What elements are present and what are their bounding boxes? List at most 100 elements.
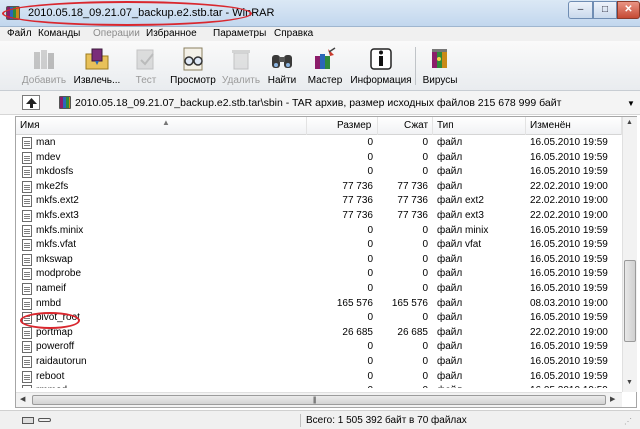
file-modified: 16.05.2010 19:59 <box>530 137 608 148</box>
file-type: файл ext3 <box>437 210 484 221</box>
menu-help[interactable]: Справка <box>274 28 313 39</box>
file-row[interactable]: mdev 0 0 файл 16.05.2010 19:59 <box>16 151 622 166</box>
vertical-scrollbar[interactable]: ▲ ▼ <box>622 117 637 392</box>
key-icon[interactable] <box>38 418 51 422</box>
virus-scan-icon <box>432 49 447 68</box>
column-name[interactable]: Имя ▲ <box>16 117 307 135</box>
file-row[interactable]: pivot_root 0 0 файл 16.05.2010 19:59 <box>16 311 622 326</box>
address-field[interactable]: 2010.05.18_09.21.07_backup.e2.stb.tar\sb… <box>59 95 629 111</box>
winrar-app-icon <box>6 6 20 20</box>
file-name: man <box>36 137 56 148</box>
file-modified: 16.05.2010 19:59 <box>530 166 608 178</box>
maximize-button[interactable]: □ <box>593 1 617 19</box>
file-row[interactable]: mkfs.ext3 77 736 77 736 файл ext3 22.02.2010… <box>16 209 622 224</box>
scroll-up-icon[interactable]: ▲ <box>626 119 633 126</box>
file-packed: 0 <box>422 239 428 251</box>
file-modified: 08.03.2010 19:00 <box>530 297 608 309</box>
extract-button[interactable]: Извлечь... <box>69 44 125 89</box>
address-path: 2010.05.18_09.21.07_backup.e2.stb.tar\sb… <box>75 97 562 109</box>
up-folder-button[interactable] <box>22 95 40 110</box>
file-icon <box>22 356 32 368</box>
file-icon <box>22 253 32 266</box>
scroll-right-icon[interactable]: ▶ <box>610 395 615 403</box>
file-name: mdev <box>36 151 61 163</box>
column-type[interactable]: Тип <box>433 117 526 135</box>
file-row[interactable]: nameif 0 0 файл 16.05.2010 19:59 <box>16 282 622 297</box>
add-button[interactable]: Добавить <box>16 44 72 89</box>
horizontal-scrollbar[interactable]: ◀ ||| ▶ <box>16 392 622 407</box>
drive-icon[interactable] <box>22 417 34 424</box>
file-type: файл <box>437 253 463 265</box>
title-bar[interactable]: 2010.05.18_09.21.07_backup.e2.stb.tar - … <box>0 0 640 27</box>
file-row[interactable]: reboot 0 0 файл 16.05.2010 19:59 <box>16 370 622 385</box>
add-books-icon <box>34 50 54 69</box>
file-row[interactable]: poweroff 0 0 файл 16.05.2010 19:59 <box>16 340 622 355</box>
column-modified[interactable]: Изменён <box>526 117 622 135</box>
wizard-button[interactable]: Мастер <box>297 44 353 89</box>
scroll-down-icon[interactable]: ▼ <box>626 379 633 386</box>
menu-file[interactable]: Файл <box>7 28 32 39</box>
file-name: pivot_root <box>36 312 80 324</box>
virus-scan-button[interactable]: Вирусы <box>412 44 468 89</box>
extract-folder-icon <box>85 48 109 70</box>
file-size: 77 736 <box>342 180 373 192</box>
address-bar: 2010.05.18_09.21.07_backup.e2.stb.tar\sb… <box>0 91 640 115</box>
file-size: 77 736 <box>342 210 373 221</box>
file-row[interactable]: modprobe 0 0 файл 16.05.2010 19:59 <box>16 267 622 282</box>
winrar-window: 2010.05.18_09.21.07_backup.e2.stb.tar - … <box>0 0 640 429</box>
file-name: nameif <box>36 283 67 294</box>
file-name: nmbd <box>36 297 62 309</box>
delete-icon <box>232 50 250 70</box>
file-row[interactable]: raidautorun 0 0 файл 16.05.2010 19:59 <box>16 355 622 370</box>
file-name: poweroff <box>36 341 75 353</box>
file-packed: 77 736 <box>397 195 428 207</box>
file-type: файл minix <box>437 224 489 236</box>
file-name: mkfs.minix <box>36 224 84 236</box>
file-type: файл <box>437 297 463 309</box>
file-modified: 16.05.2010 19:59 <box>530 341 608 353</box>
menu-operations[interactable]: Операции <box>93 28 140 39</box>
file-size: 77 736 <box>342 195 373 207</box>
file-type: файл <box>437 151 463 163</box>
file-type: файл <box>437 180 463 192</box>
column-packed[interactable]: Сжат <box>378 117 433 135</box>
file-row[interactable]: mkdosfs 0 0 файл 16.05.2010 19:59 <box>16 165 622 180</box>
file-list[interactable]: Имя ▲ Размер Сжат Тип Изменён man 0 0 файл 1… <box>15 116 637 408</box>
file-size: 0 <box>367 253 373 265</box>
file-row[interactable]: mkfs.minix 0 0 файл minix 16.05.2010 19:59 <box>16 224 622 239</box>
file-row[interactable]: nmbd 165 576 165 576 файл 08.03.2010 19:00 <box>16 297 622 312</box>
archive-icon <box>59 96 71 109</box>
file-type: файл <box>437 268 463 280</box>
file-row[interactable]: portmap 26 685 26 685 файл 22.02.2010 19:00 <box>16 326 622 341</box>
file-size: 0 <box>307 385 373 388</box>
file-size: 165 576 <box>336 297 373 309</box>
file-size: 0 <box>367 268 373 280</box>
file-row[interactable]: mkswap 0 0 файл 16.05.2010 19:59 <box>16 253 622 268</box>
file-row[interactable]: man 0 0 файл 16.05.2010 19:59 <box>16 136 622 151</box>
vertical-scroll-thumb[interactable] <box>624 260 636 342</box>
menu-commands[interactable]: Команды <box>38 28 80 39</box>
window-title: 2010.05.18_09.21.07_backup.e2.stb.tar - … <box>28 7 275 19</box>
file-row[interactable]: mkfs.vfat 0 0 файл vfat 16.05.2010 19:59 <box>16 238 622 253</box>
info-button[interactable]: Информация <box>350 44 412 89</box>
file-icon <box>22 268 32 281</box>
file-row[interactable]: mke2fs 77 736 77 736 файл 22.02.2010 19:00 <box>16 180 622 195</box>
file-row[interactable]: rmmod 0 0 файл 16.05.2010 19:59 <box>16 384 622 388</box>
file-packed: 26 685 <box>397 326 428 338</box>
resize-grip-icon[interactable]: ⋰ <box>624 417 632 426</box>
file-row[interactable]: mkfs.ext2 77 736 77 736 файл ext2 22.02.2010… <box>16 194 622 209</box>
close-button[interactable]: ✕ <box>617 1 640 19</box>
file-packed: 0 <box>422 356 428 367</box>
minimize-button[interactable]: – <box>568 1 593 19</box>
file-type: файл ext2 <box>437 195 484 207</box>
file-modified: 22.02.2010 19:00 <box>530 210 608 221</box>
address-dropdown-icon[interactable]: ▼ <box>627 99 635 108</box>
menu-options[interactable]: Параметры <box>213 28 266 39</box>
file-size: 0 <box>367 283 373 294</box>
horizontal-scroll-thumb[interactable]: ||| <box>32 395 606 405</box>
file-packed: 0 <box>422 370 428 382</box>
scroll-left-icon[interactable]: ◀ <box>20 395 25 403</box>
file-packed: 0 <box>422 137 428 148</box>
menu-favorites[interactable]: Избранное <box>146 28 197 39</box>
column-size[interactable]: Размер <box>307 117 378 135</box>
